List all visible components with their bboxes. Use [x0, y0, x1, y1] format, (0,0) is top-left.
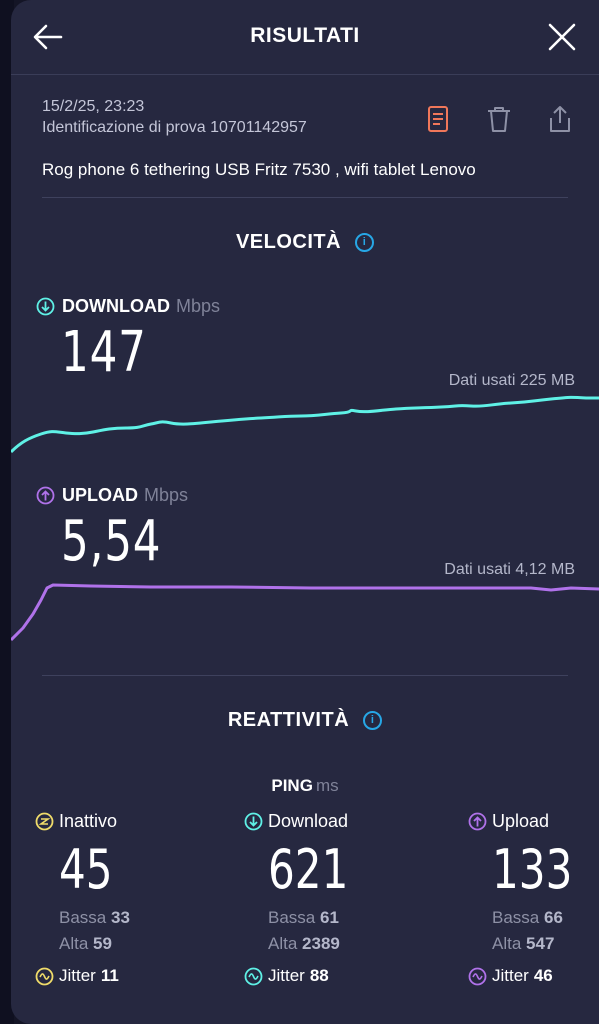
low-value: 61 — [319, 908, 339, 927]
test-id: Identificazione di prova 10701142957 — [42, 119, 307, 136]
download-unit: Mbps — [175, 296, 220, 316]
high-label: Alta — [268, 934, 298, 953]
document-icon[interactable] — [423, 104, 453, 134]
jitter-value: 46 — [533, 966, 553, 985]
responsiveness-title-text: REATTIVITÀ — [227, 709, 350, 731]
jitter-value: 11 — [100, 966, 119, 985]
high-label: Alta — [59, 934, 89, 953]
jitter-label: Jitter — [59, 966, 96, 985]
low-value: 66 — [543, 908, 563, 927]
low-label: Bassa — [59, 908, 107, 927]
download-arrow-icon — [36, 297, 55, 316]
jitter-label: Jitter — [492, 966, 529, 985]
upload-data-used: Dati usati 4,12 MB — [444, 561, 575, 578]
download-arrow-icon — [244, 812, 263, 831]
download-label-text: DOWNLOAD — [62, 296, 170, 316]
ping-idle-name: Inattivo — [59, 811, 118, 831]
ping-idle-jitter: Jitter 11 — [35, 966, 215, 986]
high-value: 547 — [526, 934, 555, 953]
ping-label-text: PING — [271, 776, 313, 795]
ping-label: PING ms — [11, 776, 599, 796]
high-value: 59 — [93, 934, 112, 953]
trash-icon[interactable] — [484, 104, 514, 134]
low-value: 33 — [110, 908, 130, 927]
divider — [42, 197, 568, 198]
results-panel: RISULTATI 15/2/25, 23:23 Identificazione… — [11, 0, 599, 1024]
download-value: 147 — [61, 320, 147, 385]
ping-upload-column: Upload 133 Bassa 66 Alta 547 Jitter 46 — [468, 811, 599, 986]
ping-upload-name: Upload — [492, 811, 550, 831]
upload-value: 5,54 — [61, 509, 162, 574]
jitter-value: 88 — [309, 966, 329, 985]
speed-section-title: VELOCITÀ i — [11, 231, 599, 254]
ping-upload-low: Bassa 66 — [492, 908, 599, 928]
ping-download-jitter: Jitter 88 — [244, 966, 424, 986]
idle-icon — [35, 812, 54, 831]
ping-idle-value: 45 — [59, 838, 113, 901]
header: RISULTATI — [11, 0, 599, 75]
ping-idle-high: Alta 59 — [59, 934, 215, 954]
upload-arrow-icon — [36, 486, 55, 505]
jitter-icon — [244, 967, 263, 985]
low-label: Bassa — [492, 908, 540, 927]
ping-upload-value: 133 — [492, 838, 573, 901]
share-icon[interactable] — [545, 104, 575, 134]
ping-download-value: 621 — [268, 838, 349, 901]
ping-idle-column: Inattivo 45 Bassa 33 Alta 59 Jitter 11 — [35, 811, 215, 986]
jitter-label: Jitter — [268, 966, 305, 985]
divider — [42, 675, 568, 676]
speed-title-text: VELOCITÀ — [235, 231, 342, 253]
test-date: 15/2/25, 23:23 — [42, 98, 145, 115]
ping-upload-header: Upload — [468, 811, 599, 832]
ping-download-header: Download — [244, 811, 424, 832]
jitter-icon — [468, 967, 487, 985]
ping-upload-high: Alta 547 — [492, 934, 599, 954]
download-label: DOWNLOAD Mbps — [36, 296, 220, 317]
ping-download-high: Alta 2389 — [268, 934, 424, 954]
upload-arrow-icon — [468, 812, 487, 831]
info-icon[interactable]: i — [355, 233, 375, 253]
ping-idle-header: Inattivo — [35, 811, 215, 832]
ping-download-low: Bassa 61 — [268, 908, 424, 928]
ping-idle-low: Bassa 33 — [59, 908, 215, 928]
download-graph — [11, 395, 599, 454]
ping-download-column: Download 621 Bassa 61 Alta 2389 Jitter 88 — [244, 811, 424, 986]
ping-download-name: Download — [268, 811, 349, 831]
upload-label: UPLOAD Mbps — [36, 485, 188, 506]
upload-unit: Mbps — [144, 485, 189, 505]
upload-graph — [11, 583, 599, 642]
jitter-icon — [35, 967, 54, 985]
high-label: Alta — [492, 934, 522, 953]
test-description: Rog phone 6 tethering USB Fritz 7530 , w… — [42, 160, 476, 179]
low-label: Bassa — [268, 908, 316, 927]
page-title: RISULTATI — [250, 24, 360, 47]
responsiveness-section-title: REATTIVITÀ i — [11, 709, 599, 732]
upload-label-text: UPLOAD — [62, 485, 138, 505]
ping-unit: ms — [315, 776, 339, 795]
close-icon[interactable] — [545, 20, 579, 54]
ping-upload-jitter: Jitter 46 — [468, 966, 599, 986]
info-icon[interactable]: i — [363, 711, 383, 731]
high-value: 2389 — [302, 934, 340, 953]
